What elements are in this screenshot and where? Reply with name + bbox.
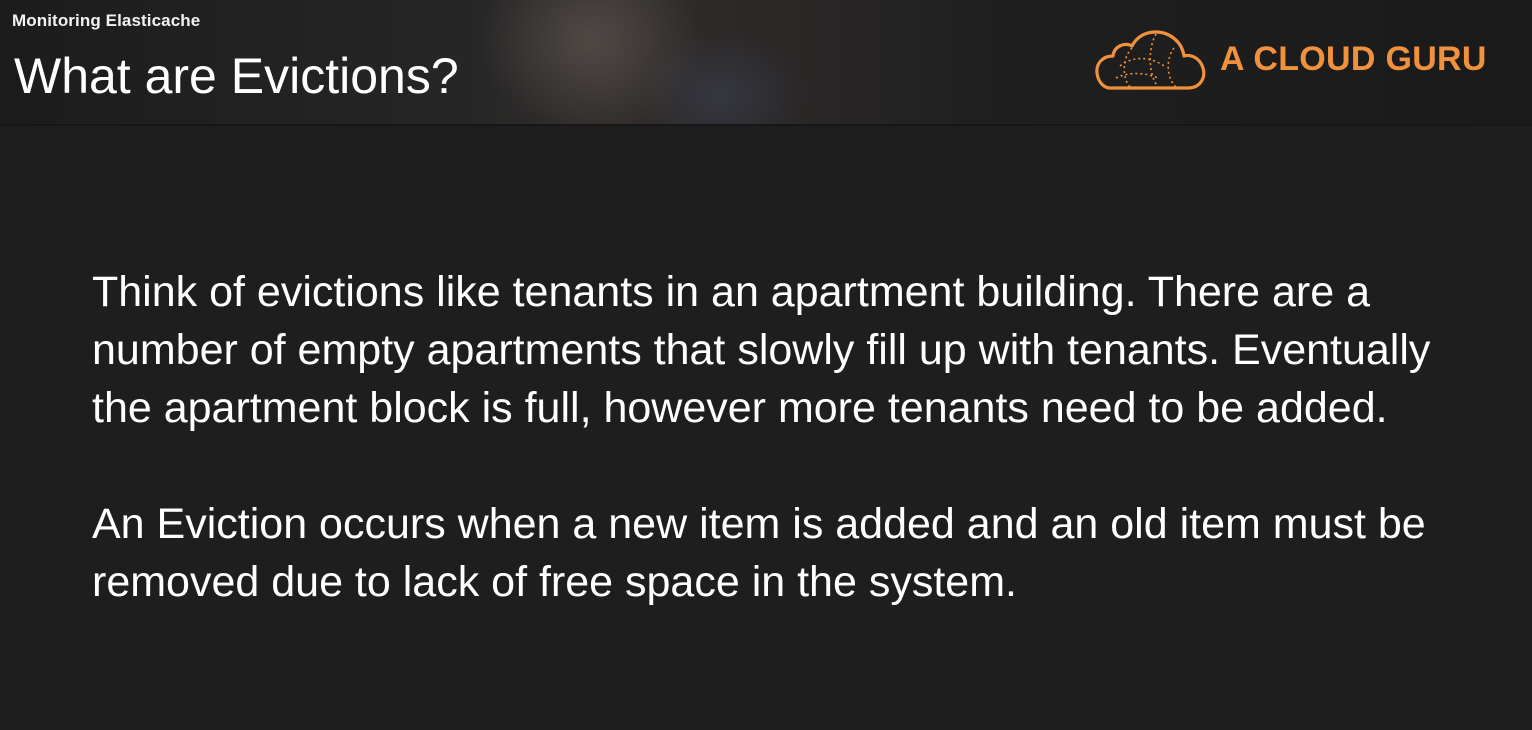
slide-title: What are Evictions? <box>14 48 459 104</box>
brand-logo: A CLOUD GURU <box>1092 26 1512 92</box>
header-divider <box>0 124 1532 126</box>
body-paragraph-tenants: Think of evictions like tenants in an ap… <box>92 268 1431 432</box>
slide-body: Think of evictions like tenants in an ap… <box>92 263 1472 611</box>
cloud-logo-icon <box>1095 30 1206 90</box>
course-name: Monitoring Elasticache <box>12 11 201 30</box>
body-paragraph-eviction-definition: An Eviction occurs when a new item is ad… <box>92 500 1426 606</box>
slide-header: Monitoring Elasticache What are Eviction… <box>0 0 1532 126</box>
brand-name: A CLOUD GURU <box>1220 40 1487 78</box>
